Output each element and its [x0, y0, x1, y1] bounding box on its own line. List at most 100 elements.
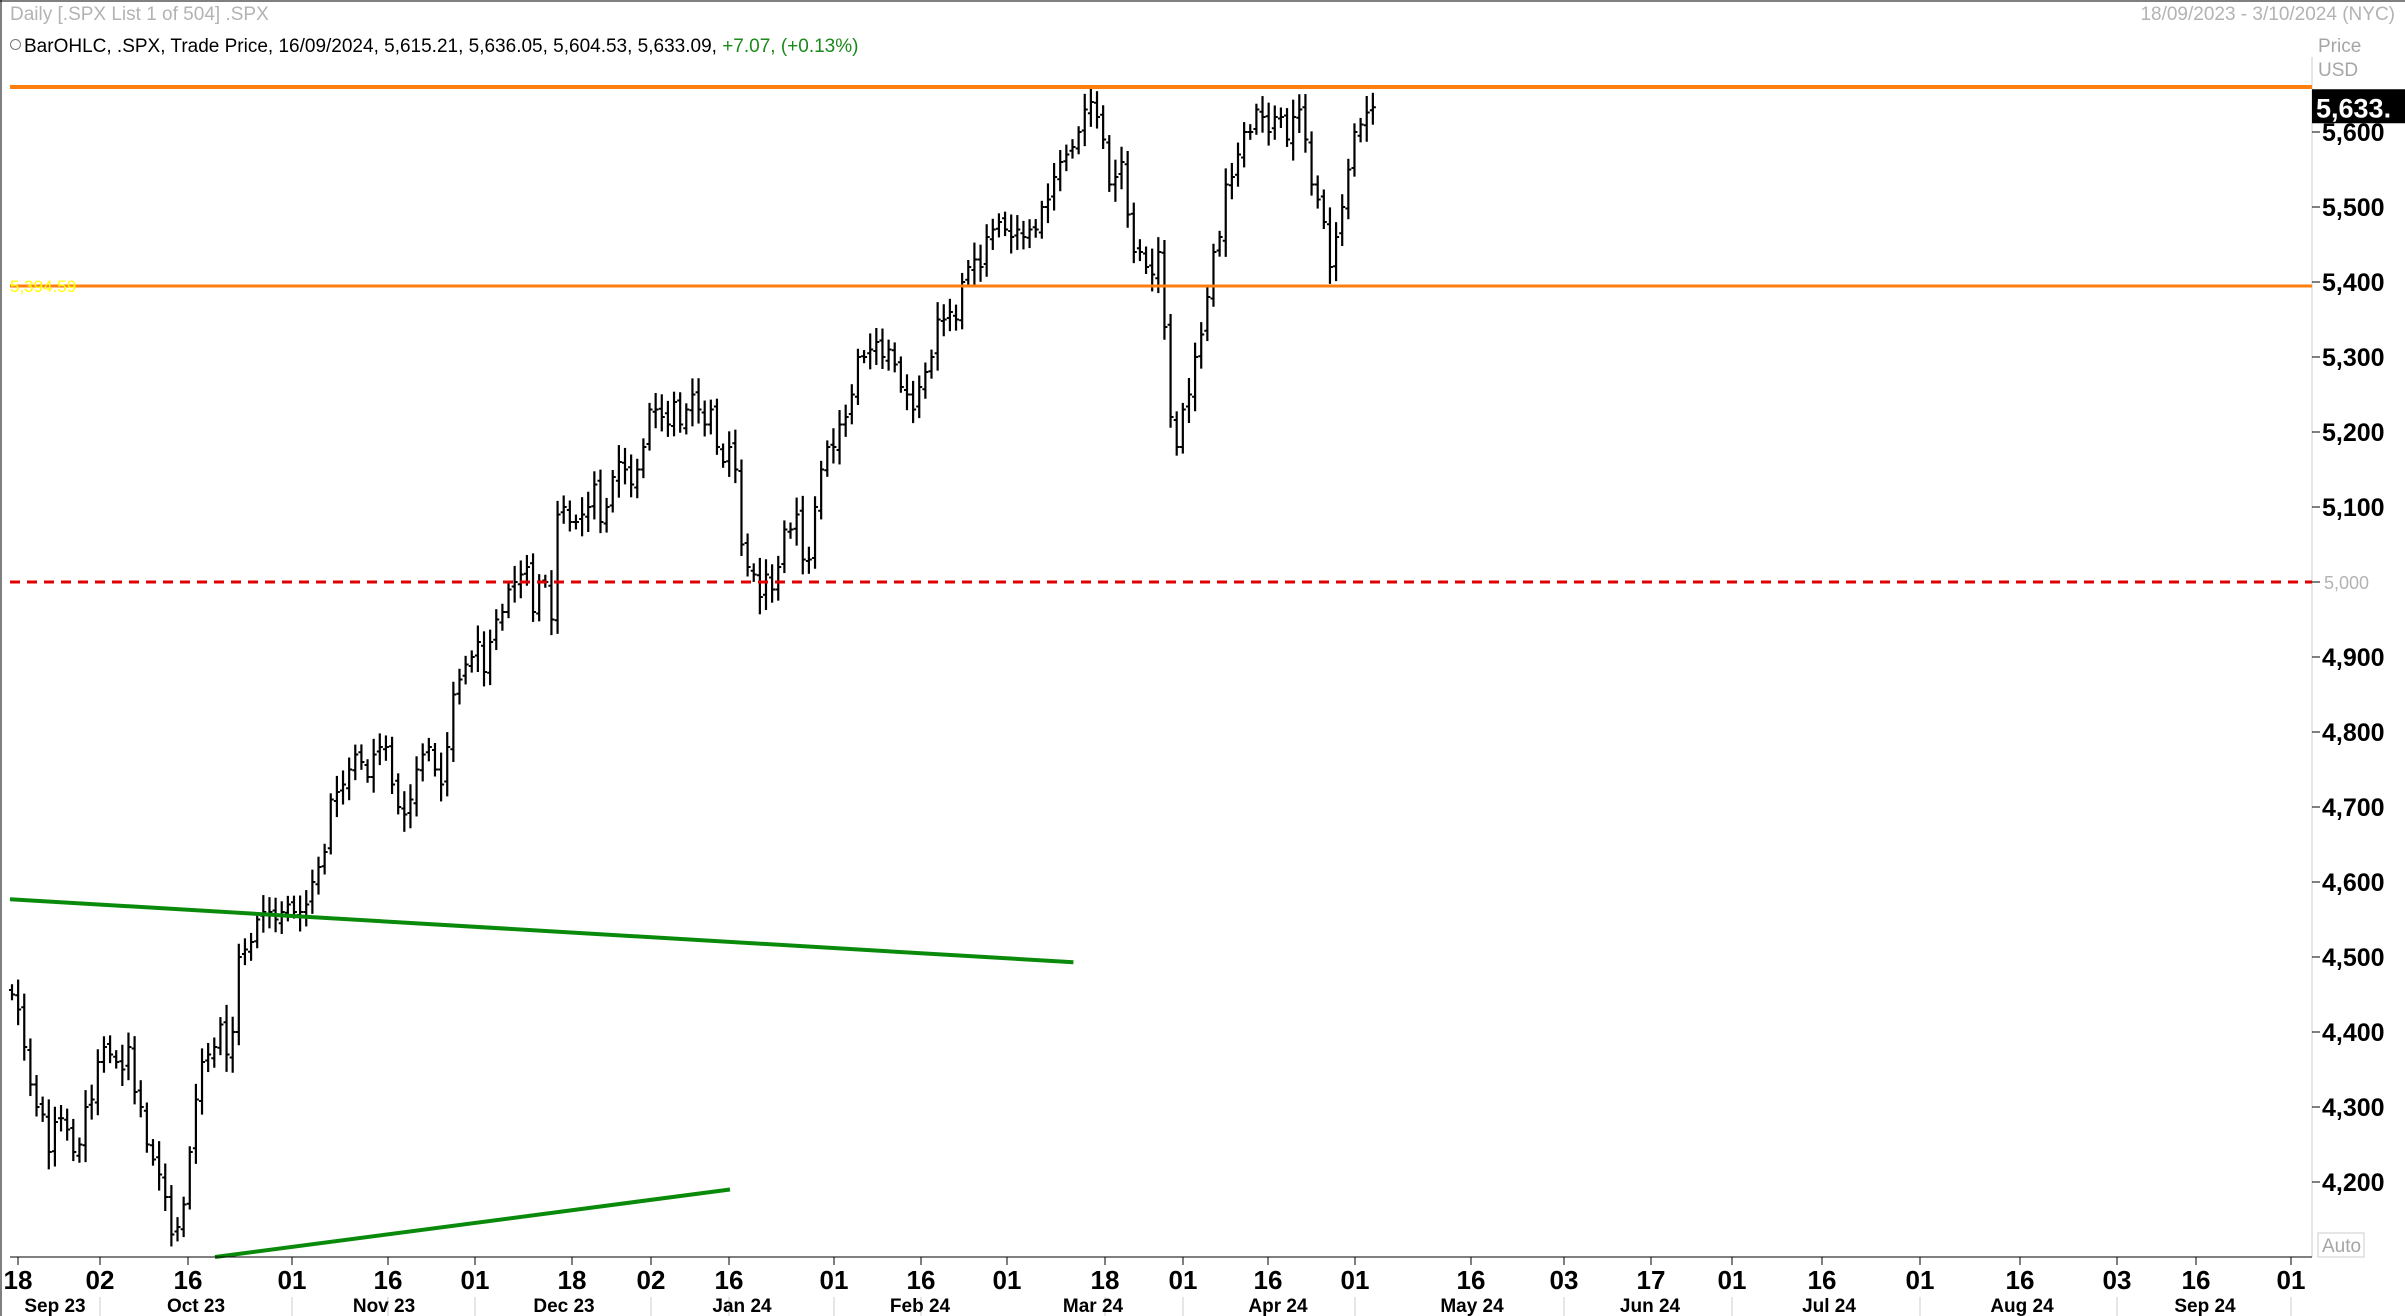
ohlc-bar: [750, 563, 757, 582]
y-tick-label: 4,800: [2322, 719, 2385, 747]
y-tick-label: 4,600: [2322, 869, 2385, 897]
ohlc-bar: [1100, 105, 1107, 149]
ohlc-bar: [364, 759, 371, 783]
ohlc-bar: [487, 629, 494, 686]
ohlc-bar: [713, 398, 720, 455]
x-tick-label: 03: [1550, 1265, 1579, 1295]
y-tick-label: 4,300: [2322, 1094, 2385, 1122]
ohlc-bar: [634, 458, 641, 499]
ohlc-bar: [1179, 402, 1186, 454]
chart-window: Daily [.SPX List 1 of 504] .SPX 18/09/20…: [0, 0, 2405, 1316]
x-tick-label: 01: [1169, 1265, 1198, 1295]
month-label: Dec 23: [533, 1296, 594, 1316]
ohlc-bar: [113, 1050, 120, 1069]
ohlc-bar: [168, 1185, 175, 1247]
ohlc-bar: [58, 1105, 65, 1132]
ohlc-bar: [389, 736, 396, 794]
ohlc-bar: [744, 533, 751, 577]
ohlc-bar: [82, 1090, 89, 1163]
ohlc-bar: [125, 1032, 132, 1081]
ohlc-bar: [156, 1141, 163, 1191]
ohlc-bar: [223, 1004, 230, 1072]
ohlc-bar: [738, 459, 745, 557]
month-label: Jul 24: [1802, 1296, 1856, 1316]
ohlc-bar: [107, 1035, 114, 1064]
ohlc-bar: [407, 784, 414, 829]
ohlc-bar: [1051, 162, 1058, 211]
ohlc-bar: [762, 559, 769, 611]
chart-frame: [0, 0, 2405, 1316]
ohlc-bar: [395, 773, 402, 815]
ohlc-bar: [554, 500, 561, 634]
ohlc-bar: [192, 1083, 199, 1164]
ohlc-bar: [137, 1080, 144, 1118]
ohlc-bar: [916, 375, 923, 419]
ohlc-bar: [983, 224, 990, 277]
ohlc-bar: [278, 901, 285, 934]
ohlc-bar: [27, 1038, 34, 1097]
x-tick-label: 16: [1808, 1265, 1837, 1295]
ohlc-bar: [1290, 99, 1297, 161]
ohlc-bar: [199, 1048, 206, 1115]
ohlc-bar: [1333, 222, 1340, 282]
ohlc-bar: [51, 1106, 58, 1167]
ohlc-bar: [1277, 107, 1284, 128]
x-tick-label: 01: [461, 1265, 490, 1295]
ohlc-bar: [444, 732, 451, 797]
ohlc-bar: [591, 471, 598, 520]
ohlc-bar: [989, 218, 996, 250]
ohlc-bar: [1308, 131, 1315, 196]
ohlc-bar: [646, 402, 653, 451]
ohlc-bar: [1241, 122, 1248, 168]
ohlc-bar: [934, 302, 941, 371]
ohlc-bar: [346, 757, 353, 801]
ohlc-bar: [1235, 142, 1241, 187]
ohlc-bar: [1136, 239, 1143, 262]
ohlc-bar: [799, 495, 806, 575]
ohlc-bar: [1081, 93, 1088, 147]
ohlc-bar: [683, 403, 690, 435]
y-tick-label: 4,700: [2322, 794, 2385, 822]
ohlc-bar: [830, 428, 837, 464]
ohlc-bar: [812, 496, 819, 569]
x-tick-label: 01: [1341, 1265, 1370, 1295]
ohlc-bar: [805, 546, 812, 574]
ohlc-bar: [180, 1196, 187, 1238]
ohlc-bar: [1185, 378, 1192, 423]
ohlc-bar: [652, 393, 659, 429]
ohlc-bar: [1044, 183, 1051, 224]
x-tick-label: 01: [820, 1265, 849, 1295]
ohlc-bar: [671, 391, 678, 437]
ohlc-bar: [1339, 194, 1346, 247]
axis-title-price: Price: [2318, 36, 2361, 57]
ohlc-bar: [413, 756, 420, 817]
ohlc-bar: [891, 342, 898, 373]
y-tick-label: 4,400: [2322, 1019, 2385, 1047]
ohlc-bar: [450, 681, 457, 763]
ohlc-bar: [579, 497, 586, 537]
ohlc-bar: [854, 348, 861, 405]
ohlc-bar: [1326, 207, 1333, 284]
ohlc-bar: [1228, 162, 1235, 200]
x-tick-label: 18: [558, 1265, 587, 1295]
x-tick-label: 16: [1457, 1265, 1486, 1295]
ohlc-bar: [953, 304, 960, 331]
month-label: Jan 24: [712, 1296, 772, 1316]
ohlc-bar: [640, 438, 647, 479]
ohlc-bar: [615, 445, 622, 498]
ohlc-bar: [1161, 239, 1168, 340]
ohlc-bar: [971, 242, 978, 287]
ohlc-bar: [9, 984, 15, 1001]
month-label: Sep 24: [2174, 1296, 2236, 1316]
ohlc-bar: [162, 1163, 169, 1212]
ohlc-bar: [1130, 202, 1137, 264]
ohlc-bar: [897, 356, 904, 393]
month-label: Aug 24: [1990, 1296, 2054, 1316]
ohlc-bar: [903, 374, 910, 411]
ohlc-bar: [726, 431, 733, 477]
ohlc-bar: [622, 447, 628, 485]
ohlc-bar: [217, 1017, 224, 1056]
ohlc-bar: [186, 1146, 193, 1210]
ohlc-bar: [1112, 159, 1119, 202]
ohlc-bar: [1026, 219, 1033, 249]
